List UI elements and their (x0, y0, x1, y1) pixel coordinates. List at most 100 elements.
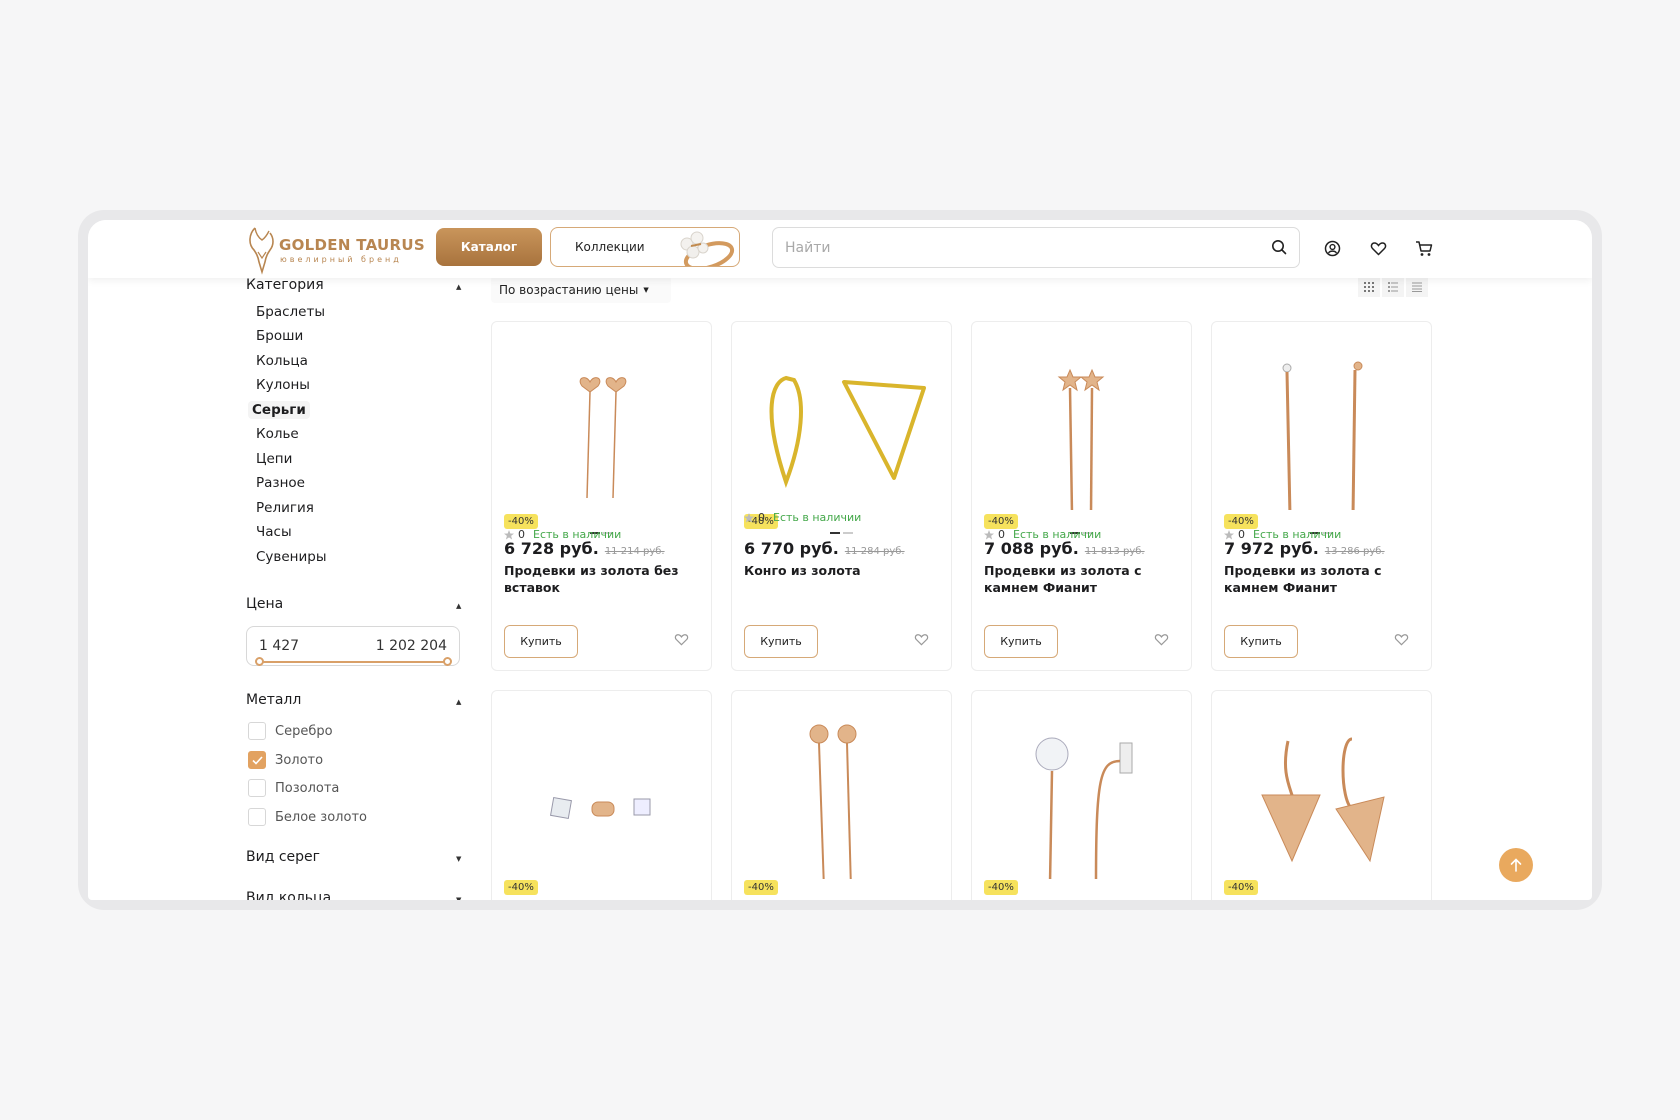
buy-button[interactable]: Купить (984, 625, 1058, 658)
category-title[interactable]: Категория (246, 277, 324, 293)
old-price: 11 214 руб. (604, 546, 665, 557)
product-name[interactable]: Конго из золота (744, 562, 944, 579)
earring-type-caret-icon[interactable]: ▼ (456, 855, 461, 863)
category-item[interactable]: Цепи (252, 450, 296, 468)
collections-button[interactable]: Коллекции (550, 227, 740, 267)
earring-type-title[interactable]: Вид серег (246, 849, 320, 865)
price-slider-max-handle[interactable] (443, 657, 452, 666)
search-input[interactable] (785, 236, 1255, 260)
price-slider-track[interactable] (260, 661, 448, 663)
discount-badge: -40% (1224, 514, 1258, 529)
category-item[interactable]: Кольца (252, 352, 312, 370)
scroll-to-top-button[interactable] (1499, 848, 1533, 882)
bull-logo-icon (249, 227, 274, 275)
sort-dropdown[interactable]: По возрастанию цены ▼ (491, 276, 671, 303)
discount-badge: -40% (504, 514, 538, 529)
product-image[interactable] (732, 330, 951, 510)
product-card[interactable]: -40% 7 972 руб. 13 286 руб. Продевки из зол… (1211, 321, 1432, 671)
view-switcher (1358, 277, 1428, 297)
product-card[interactable]: -40% (731, 690, 952, 900)
product-card[interactable]: -40% (491, 690, 712, 900)
price-slider-min-handle[interactable] (255, 657, 264, 666)
brand-name: GOLDEN TAURUS (279, 236, 425, 254)
metal-filter-option[interactable]: Серебро (248, 721, 448, 741)
metal-filter-option[interactable]: Белое золото (248, 807, 448, 827)
category-caret-icon[interactable]: ▲ (456, 283, 461, 291)
stock-status: Есть в наличии (1013, 528, 1102, 541)
category-item[interactable]: Религия (252, 499, 318, 517)
metal-filter-label: Белое золото (275, 809, 367, 825)
heart-icon[interactable] (1154, 633, 1169, 646)
product-price: 7 088 руб. 11 813 руб. (984, 539, 1145, 558)
favorites-icon[interactable] (1367, 237, 1389, 259)
star-icon (744, 512, 754, 522)
list-view-icon[interactable] (1382, 277, 1404, 297)
sort-label: По возрастанию цены (499, 282, 639, 297)
sort-chevron-down-icon: ▼ (643, 285, 649, 294)
product-name[interactable]: Продевки из золота без вставок (504, 562, 704, 596)
product-price: 6 770 руб. 11 284 руб. (744, 539, 905, 558)
product-card[interactable]: -40% (971, 690, 1192, 900)
old-price: 11 284 руб. (844, 546, 905, 557)
star-icon (504, 529, 514, 539)
current-price: 6 728 руб. (504, 539, 599, 558)
product-image[interactable] (972, 699, 1191, 879)
heart-icon[interactable] (1394, 633, 1409, 646)
category-item[interactable]: Серьги (248, 401, 310, 419)
category-item[interactable]: Разное (252, 474, 309, 492)
buy-button[interactable]: Купить (744, 625, 818, 658)
checkmark-icon (251, 755, 263, 765)
checkbox[interactable] (248, 779, 266, 797)
product-image[interactable] (1212, 330, 1431, 510)
product-image[interactable] (732, 699, 951, 879)
metal-title[interactable]: Металл (246, 692, 301, 708)
star-icon (984, 529, 994, 539)
price-caret-icon[interactable]: ▲ (456, 602, 461, 610)
product-name[interactable]: Продевки из золота с камнем Фианит (1224, 562, 1424, 596)
product-image[interactable] (1212, 699, 1431, 879)
metal-filter-option[interactable]: Позолота (248, 778, 448, 798)
image-carousel-dots[interactable] (830, 532, 853, 534)
price-title[interactable]: Цена (246, 596, 283, 612)
search-icon[interactable] (1271, 239, 1287, 255)
cart-icon[interactable] (1413, 237, 1435, 259)
price-range-inputs[interactable]: 1 427 1 202 204 (246, 626, 460, 666)
checkbox[interactable] (248, 808, 266, 826)
metal-filter-label: Серебро (275, 723, 333, 739)
compact-view-icon[interactable] (1406, 277, 1428, 297)
category-item[interactable]: Часы (252, 523, 296, 541)
product-name[interactable]: Продевки из золота с камнем Фианит (984, 562, 1184, 596)
buy-button[interactable]: Купить (1224, 625, 1298, 658)
product-image[interactable] (492, 699, 711, 879)
buy-button[interactable]: Купить (504, 625, 578, 658)
checkbox[interactable] (248, 722, 266, 740)
product-image[interactable] (492, 330, 711, 510)
metal-filter-option[interactable]: Золото (248, 750, 448, 770)
checkbox[interactable] (248, 751, 266, 769)
price-max-value[interactable]: 1 202 204 (376, 638, 447, 654)
catalog-button[interactable]: Каталог (436, 228, 542, 266)
category-item[interactable]: Сувениры (252, 548, 331, 566)
category-item[interactable]: Броши (252, 327, 307, 345)
product-card[interactable]: -40% 6 770 руб. 11 284 руб. Конго из золота… (731, 321, 952, 671)
metal-caret-icon[interactable]: ▲ (456, 698, 461, 706)
product-card[interactable]: -40% 6 728 руб. 11 214 руб. Продевки из зол… (491, 321, 712, 671)
account-icon[interactable] (1321, 237, 1343, 259)
heart-icon[interactable] (674, 633, 689, 646)
heart-icon[interactable] (914, 633, 929, 646)
product-price: 7 972 руб. 13 286 руб. (1224, 539, 1385, 558)
grid-view-icon[interactable] (1358, 277, 1380, 297)
metal-filter-label: Позолота (275, 780, 340, 796)
ring-type-title[interactable]: Вид кольца (246, 890, 331, 900)
ring-type-caret-icon[interactable]: ▼ (456, 896, 461, 900)
category-item[interactable]: Браслеты (252, 303, 329, 321)
stock-status: Есть в наличии (1253, 528, 1342, 541)
product-meta: 0 Есть в наличии (1224, 528, 1341, 541)
product-image[interactable] (972, 330, 1191, 510)
logo[interactable]: GOLDEN TAURUS ювелирный бренд (246, 222, 425, 276)
product-card[interactable]: -40% (1211, 690, 1432, 900)
category-item[interactable]: Колье (252, 425, 303, 443)
product-card[interactable]: -40% 7 088 руб. 11 813 руб. Продевки из зол… (971, 321, 1192, 671)
price-min-value[interactable]: 1 427 (259, 638, 299, 654)
category-item[interactable]: Кулоны (252, 376, 314, 394)
